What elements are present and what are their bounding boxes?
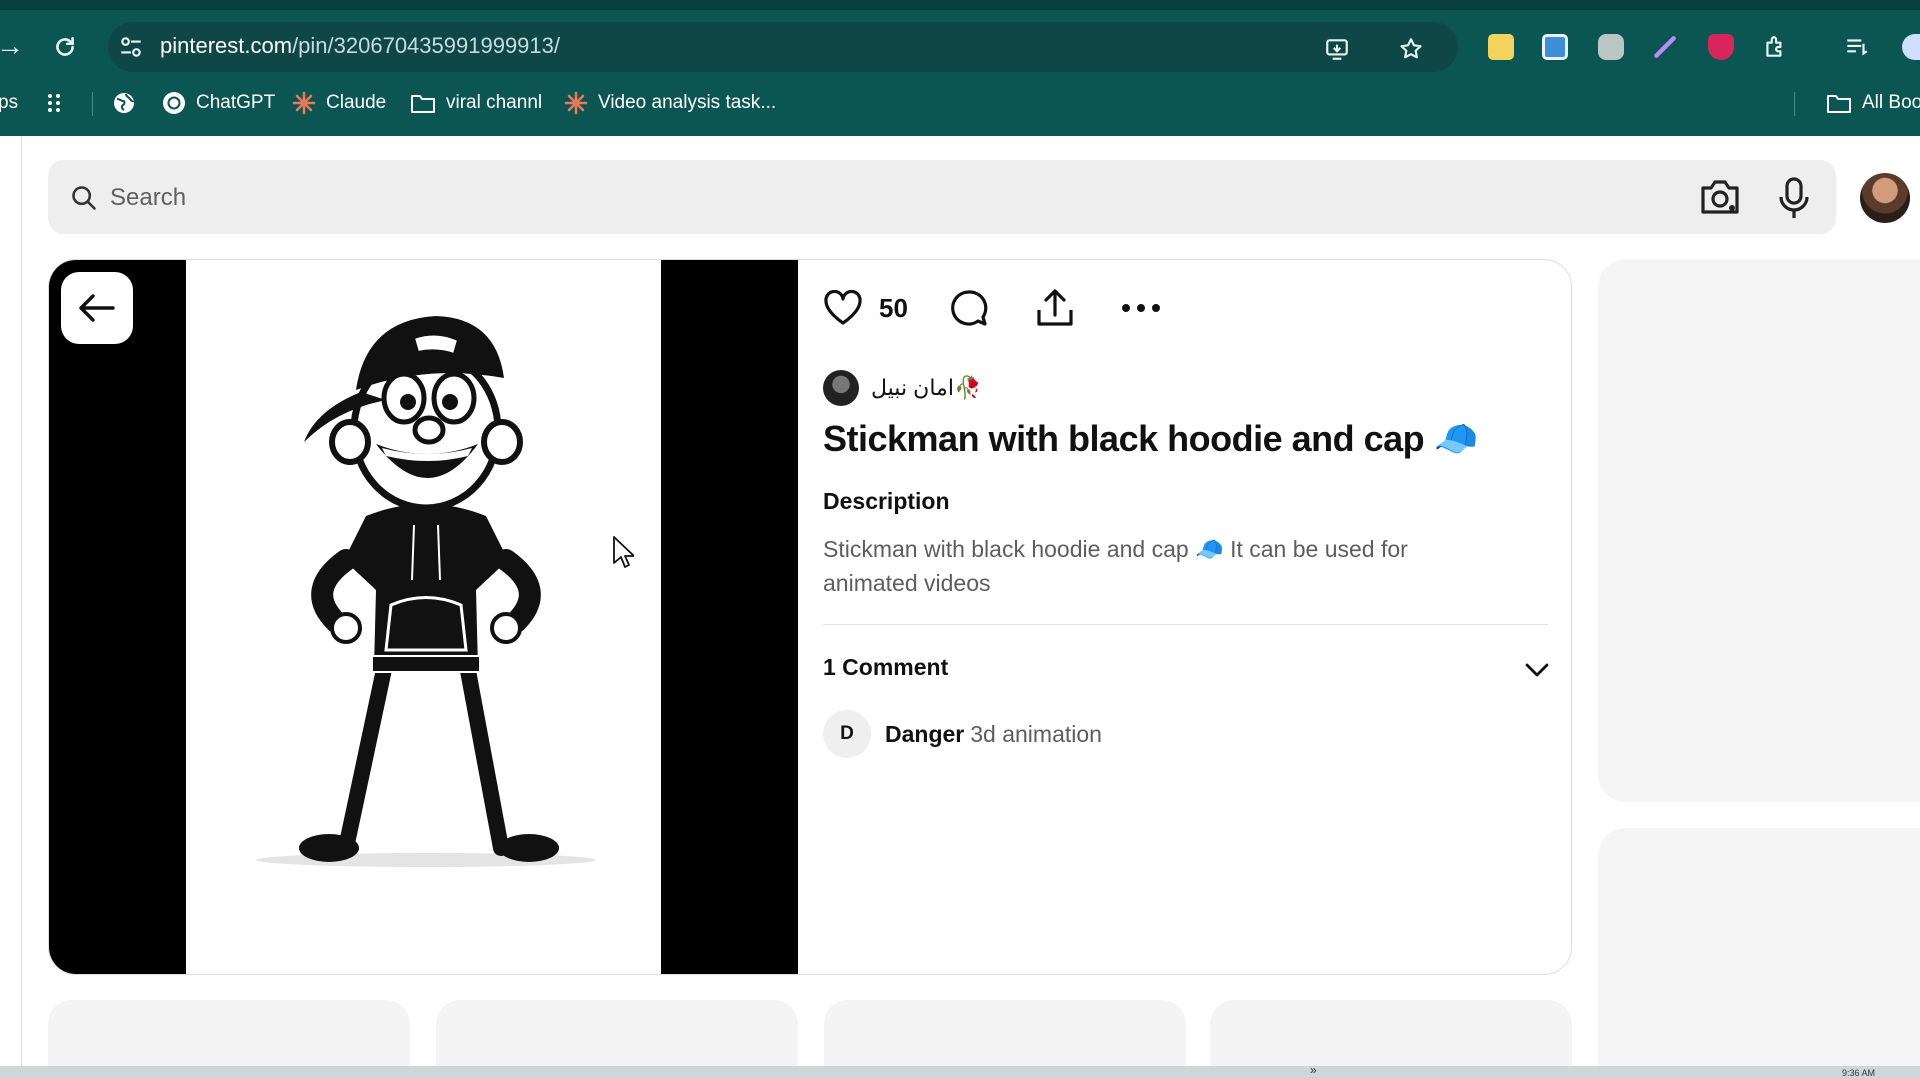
notes-extension-icon[interactable] — [1488, 34, 1514, 60]
description-text: Stickman with black hoodie and cap 🧢 It … — [823, 536, 1408, 596]
chatgpt-icon — [163, 92, 185, 114]
comments-heading[interactable]: 1 Comment — [823, 654, 948, 681]
user-avatar[interactable] — [1860, 173, 1910, 223]
tab-strip — [0, 0, 1920, 10]
chevron-down-icon[interactable] — [1523, 656, 1551, 684]
screen-recorder-extension-icon[interactable] — [1542, 34, 1568, 60]
taskbar-overflow[interactable]: » — [1310, 1064, 1317, 1076]
search-bar[interactable] — [48, 160, 1836, 234]
share-button[interactable] — [1035, 288, 1075, 328]
url-text[interactable]: pinterest.com/pin/320670435991999913/ — [160, 33, 560, 59]
heart-icon — [824, 290, 862, 325]
pin-image[interactable] — [186, 260, 661, 974]
os-taskbar — [0, 1066, 1920, 1078]
globe-icon[interactable] — [112, 91, 136, 115]
taskbar-clock: 9:36 AM — [1842, 1068, 1876, 1078]
divider — [823, 624, 1548, 625]
search-icon — [72, 186, 96, 210]
mouse-cursor-icon — [613, 536, 634, 568]
camera-search-icon[interactable] — [1698, 176, 1742, 218]
author-avatar[interactable] — [823, 370, 859, 406]
description-heading: Description — [823, 488, 950, 514]
bookmark-separator — [1794, 92, 1795, 116]
claude-icon — [292, 91, 316, 115]
claude-icon — [564, 91, 588, 115]
comment-item: D Danger 3d animation — [823, 710, 1102, 758]
reading-list-icon[interactable] — [1844, 34, 1870, 60]
share-upload-icon — [1037, 289, 1073, 326]
bookmark-chatgpt[interactable]: ChatGPT — [162, 86, 275, 120]
microphone-icon[interactable] — [1778, 176, 1810, 220]
bookmarks-bar: ps ChatGPT Claude viral channl Video ana… — [0, 86, 1920, 120]
bookmark-apps[interactable]: ps — [0, 86, 18, 120]
pin-placeholder — [1598, 259, 1920, 802]
pin-placeholder — [48, 1000, 410, 1070]
like-button[interactable]: 50 — [823, 288, 908, 328]
author-name[interactable]: امان نبیل🥀 — [871, 375, 981, 401]
comment-text: Danger 3d animation — [885, 721, 1102, 748]
sidebar-edge — [21, 136, 22, 1066]
bookmark-viral-channl[interactable]: viral channl — [410, 86, 542, 120]
pen-extension-icon[interactable] — [1652, 34, 1678, 60]
apps-grid-icon[interactable] — [46, 92, 66, 114]
pin-details: 50 امان نبیل🥀 Stickman with black hoodie… — [823, 260, 1553, 974]
install-app-icon[interactable] — [1324, 36, 1350, 62]
like-count: 50 — [879, 292, 908, 323]
more-options-button[interactable] — [1121, 288, 1161, 328]
pin-detail-card: 50 امان نبیل🥀 Stickman with black hoodie… — [48, 259, 1572, 975]
pin-title: Stickman with black hoodie and cap 🧢 — [823, 418, 1478, 459]
reload-icon[interactable] — [52, 34, 78, 60]
comment-author[interactable]: Danger — [885, 721, 964, 747]
pin-author[interactable]: امان نبیل🥀 — [823, 370, 981, 406]
bookmark-star-icon[interactable] — [1398, 36, 1424, 62]
pin-media — [49, 260, 798, 974]
pin-placeholder — [436, 1000, 798, 1070]
camera-extension-icon[interactable] — [1598, 34, 1624, 60]
forward-icon[interactable]: → — [0, 32, 24, 60]
site-settings-icon[interactable] — [118, 34, 144, 60]
bookmark-all-bookmarks[interactable]: All Boo — [1826, 86, 1920, 120]
back-button[interactable] — [61, 272, 133, 344]
pin-placeholder — [1598, 828, 1920, 1068]
pin-placeholder — [1210, 1000, 1572, 1070]
folder-icon — [411, 95, 435, 113]
ublock-extension-icon[interactable] — [1708, 34, 1734, 60]
comment-button[interactable] — [949, 288, 989, 328]
commenter-avatar[interactable]: D — [823, 710, 871, 758]
pin-placeholder — [824, 1000, 1186, 1070]
search-input[interactable]: Search — [110, 184, 186, 212]
stickman-illustration — [256, 316, 596, 867]
more-dots-icon — [1122, 304, 1160, 312]
folder-icon — [1827, 95, 1851, 113]
bookmark-separator — [92, 92, 93, 116]
bookmark-claude[interactable]: Claude — [292, 86, 386, 120]
comment-body: 3d animation — [970, 720, 1102, 747]
comment-bubble-icon — [951, 290, 988, 326]
bookmark-video-analysis[interactable]: Video analysis task... — [564, 86, 776, 120]
arrow-left-icon — [79, 294, 115, 322]
extensions-puzzle-icon[interactable] — [1762, 34, 1788, 60]
